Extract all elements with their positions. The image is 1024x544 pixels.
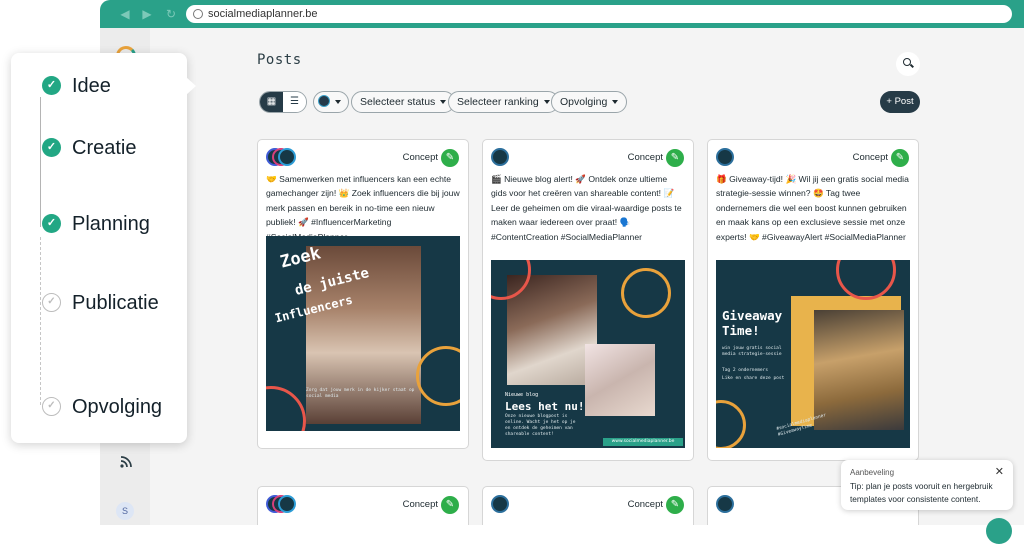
check-icon: ✓	[42, 214, 61, 233]
callout-arrow	[186, 77, 196, 95]
brand-avatar	[318, 95, 330, 107]
edit-pencil-icon[interactable]: ✎	[666, 496, 684, 514]
view-toggle: ▦ ☰	[259, 91, 307, 113]
check-circle-icon: ✓	[42, 397, 61, 416]
image-point: Like en share deze post	[722, 376, 785, 381]
brand-avatar	[491, 495, 509, 513]
post-card[interactable]: Concept ✎	[257, 486, 469, 525]
edit-pencil-icon[interactable]: ✎	[666, 149, 684, 167]
forward-icon[interactable]: ▶	[140, 7, 154, 21]
chevron-down-icon	[335, 100, 341, 104]
browser-toolbar: ◀ ▶ ↻ socialmediaplanner.be	[100, 0, 1024, 28]
address-bar[interactable]: socialmediaplanner.be	[186, 5, 970, 23]
chevron-down-icon	[440, 100, 447, 104]
browser-window: ◀ ▶ ↻ socialmediaplanner.be S Posts ▦ ☰ …	[100, 0, 1024, 525]
check-icon: ✓	[42, 138, 61, 157]
progress-line-pending	[40, 237, 41, 405]
grid-view-icon[interactable]: ▦	[260, 92, 283, 112]
status-badge: Concept	[402, 152, 438, 163]
post-caption: 🎬 Nieuwe blog alert! 🚀 Ontdek onze ultie…	[491, 174, 682, 242]
brand-avatar	[716, 495, 734, 513]
status-badge: Concept	[402, 499, 438, 510]
progress-line	[40, 97, 41, 227]
image-subtitle: win jouw gratis social media strategie-s…	[722, 346, 782, 357]
image-title: Lees het nu!	[505, 400, 585, 413]
close-icon[interactable]: ✕	[995, 465, 1004, 478]
followup-filter[interactable]: Opvolging	[551, 91, 628, 113]
chevron-down-icon	[612, 100, 619, 104]
workflow-steps-panel: ✓ Idee ✓ Creatie ✓ Planning ✓ Publicatie…	[11, 53, 187, 443]
post-caption: 🎁 Giveaway-tijd! 🎉 Wil jij een gratis so…	[716, 174, 909, 242]
edit-pencil-icon[interactable]: ✎	[441, 149, 459, 167]
post-card[interactable]: Concept ✎ 🎁 Giveaway-tijd! 🎉 Wil jij een…	[707, 139, 919, 461]
status-filter[interactable]: Selecteer status	[351, 91, 456, 113]
edit-pencil-icon[interactable]: ✎	[441, 496, 459, 514]
image-subtitle: Onze nieuwe blogpost is online. Wacht je…	[505, 414, 576, 437]
image-subtitle: Zorg dat jouw merk in de kijker staat op…	[306, 388, 415, 399]
toast-heading: Aanbeveling	[850, 468, 895, 477]
status-badge: Concept	[627, 499, 663, 510]
post-card[interactable]: Concept ✎ 🤝 Samenwerken met influencers …	[257, 139, 469, 449]
image-point: Tag 2 ondernemers	[722, 368, 769, 373]
brand-avatar	[278, 495, 296, 513]
status-badge: Concept	[852, 152, 888, 163]
post-caption: 🤝 Samenwerken met influencers kan een ec…	[266, 174, 460, 242]
brand-avatar	[278, 148, 296, 166]
reload-icon[interactable]: ↻	[164, 7, 178, 21]
url-text: socialmediaplanner.be	[208, 8, 318, 20]
browser-extension-bar[interactable]	[900, 5, 1012, 23]
status-badge: Concept	[627, 152, 663, 163]
laptop-photo	[585, 344, 655, 416]
account-filter[interactable]	[313, 91, 349, 113]
post-card[interactable]: Concept ✎	[482, 486, 694, 525]
list-view-icon[interactable]: ☰	[283, 92, 306, 112]
image-title: Giveaway Time!	[722, 308, 783, 338]
check-circle-icon: ✓	[42, 293, 61, 312]
new-post-button[interactable]: + Post	[880, 91, 920, 113]
post-image[interactable]: Zoek de juiste Influencers Zorg dat jouw…	[266, 236, 460, 431]
post-image[interactable]: Nieuwe blog Lees het nu! Onze nieuwe blo…	[491, 260, 685, 448]
user-avatar[interactable]: S	[116, 502, 134, 520]
post-image[interactable]: Giveaway Time! win jouw gratis social me…	[716, 260, 910, 448]
ranking-filter[interactable]: Selecteer ranking	[448, 91, 559, 113]
help-chat-button[interactable]	[986, 518, 1012, 544]
edit-pencil-icon[interactable]: ✎	[891, 149, 909, 167]
search-button[interactable]	[896, 52, 920, 76]
check-icon: ✓	[42, 76, 61, 95]
toast-body: Tip: plan je posts vooruit en hergebruik…	[850, 481, 993, 504]
rss-icon[interactable]	[120, 456, 132, 471]
page-title: Posts	[257, 52, 302, 68]
image-kicker: Nieuwe blog	[505, 392, 539, 398]
website-tag: www.socialmediaplanner.be	[603, 438, 683, 446]
back-icon[interactable]: ◀	[118, 7, 132, 21]
brand-avatar	[716, 148, 734, 166]
recommendation-toast: Aanbeveling ✕ Tip: plan je posts vooruit…	[841, 460, 1013, 510]
post-card[interactable]: Concept ✎ 🎬 Nieuwe blog alert! 🚀 Ontdek …	[482, 139, 694, 461]
brand-avatar	[491, 148, 509, 166]
profile-icon[interactable]	[878, 5, 896, 23]
chevron-down-icon	[543, 100, 550, 104]
globe-icon	[193, 9, 203, 19]
